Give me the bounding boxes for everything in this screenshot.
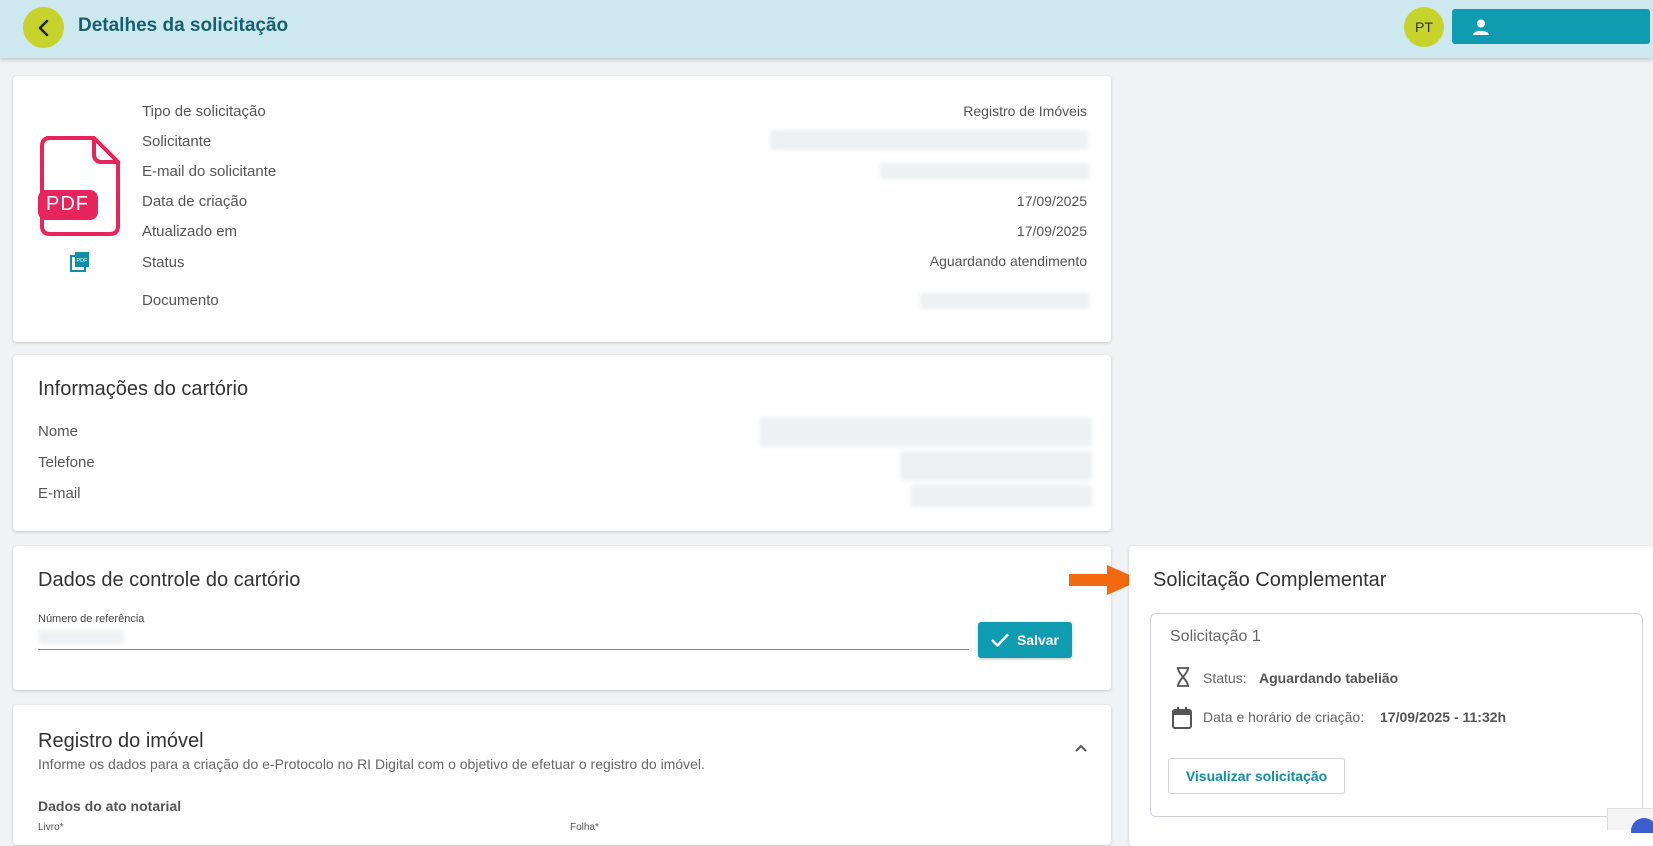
reference-input[interactable] <box>38 626 969 650</box>
date-label: Data e horário de criação: <box>1203 709 1365 725</box>
label-tipo: Tipo de solicitação <box>142 103 266 120</box>
status-value: Aguardando tabelião <box>1259 670 1399 686</box>
svg-text:PDF: PDF <box>77 258 89 264</box>
value-solicitante-redacted <box>770 130 1088 150</box>
dados-ato-notarial-title: Dados do ato notarial <box>38 798 182 814</box>
date-value: 17/09/2025 - 11:32h <box>1380 709 1507 725</box>
avatar[interactable]: PT <box>1404 7 1444 47</box>
registro-title: Registro do imóvel <box>38 730 204 752</box>
solicitacao-complementar-title: Solicitação Complementar <box>1153 569 1387 591</box>
label-documento: Documento <box>142 292 219 309</box>
pdf-file-icon <box>38 136 120 236</box>
calendar-icon <box>1172 707 1192 729</box>
value-tipo: Registro de Imóveis <box>963 103 1087 119</box>
reference-field-label: Número de referência <box>38 613 145 625</box>
label-email: E-mail <box>38 485 81 502</box>
save-button[interactable]: Salvar <box>978 622 1072 658</box>
controle-title: Dados de controle do cartório <box>38 569 301 591</box>
pdf-badge-label: PDF <box>46 193 89 215</box>
label-solicitante: Solicitante <box>142 133 212 150</box>
label-status: Status <box>142 254 185 271</box>
cartorio-info-card: Informações do cartório Nome Telefone E-… <box>13 355 1111 531</box>
hourglass-icon <box>1177 667 1189 687</box>
value-email-redacted <box>880 163 1090 179</box>
floating-widget[interactable] <box>1607 808 1653 833</box>
user-icon <box>1473 19 1489 35</box>
cartorio-values-redacted <box>760 417 1092 447</box>
back-button[interactable] <box>23 7 64 48</box>
pdf-download-icon[interactable]: PDF <box>69 251 91 273</box>
value-status: Aguardando atendimento <box>929 253 1087 269</box>
value-data-criacao: 17/09/2025 <box>1016 193 1087 209</box>
field-livro-label: Livro* <box>38 822 64 833</box>
chevron-left-icon <box>38 19 48 36</box>
top-bar: Detalhes da solicitação PT <box>0 0 1653 58</box>
user-menu-button[interactable] <box>1452 9 1650 44</box>
cartorio-values-redacted-2 <box>900 451 1092 481</box>
cartorio-info-title: Informações do cartório <box>38 378 249 400</box>
label-telefone: Telefone <box>38 454 95 471</box>
value-atualizado: 17/09/2025 <box>1016 223 1087 239</box>
cartorio-values-redacted-3 <box>910 485 1092 507</box>
registro-description: Informe os dados para a criação do e-Pro… <box>38 756 705 772</box>
request-details-card: PDF PDF Tipo de solicitação Registro de … <box>13 76 1111 342</box>
chevron-up-icon[interactable] <box>1074 743 1088 753</box>
registro-card: Registro do imóvel Informe os dados para… <box>13 705 1111 845</box>
check-icon <box>991 633 1009 647</box>
value-documento-redacted <box>920 293 1090 309</box>
save-button-label: Salvar <box>1016 632 1060 648</box>
label-email-solicitante: E-mail do solicitante <box>142 163 277 180</box>
field-folha-label: Folha* <box>570 822 599 833</box>
solicitacao-item-title: Solicitação 1 <box>1170 628 1261 645</box>
controle-card: Dados de controle do cartório Número de … <box>13 546 1111 690</box>
label-data-criacao: Data de criação <box>142 193 248 210</box>
solicitacao-item-card: Solicitação 1 Status: Aguardando tabeliã… <box>1150 613 1643 817</box>
label-atualizado: Atualizado em <box>142 223 238 240</box>
page-title: Detalhes da solicitação <box>78 15 289 36</box>
label-nome: Nome <box>38 423 79 440</box>
status-label: Status: <box>1203 670 1247 686</box>
visualizar-solicitacao-button[interactable]: Visualizar solicitação <box>1168 758 1345 794</box>
recaptcha-icon <box>1631 818 1653 833</box>
